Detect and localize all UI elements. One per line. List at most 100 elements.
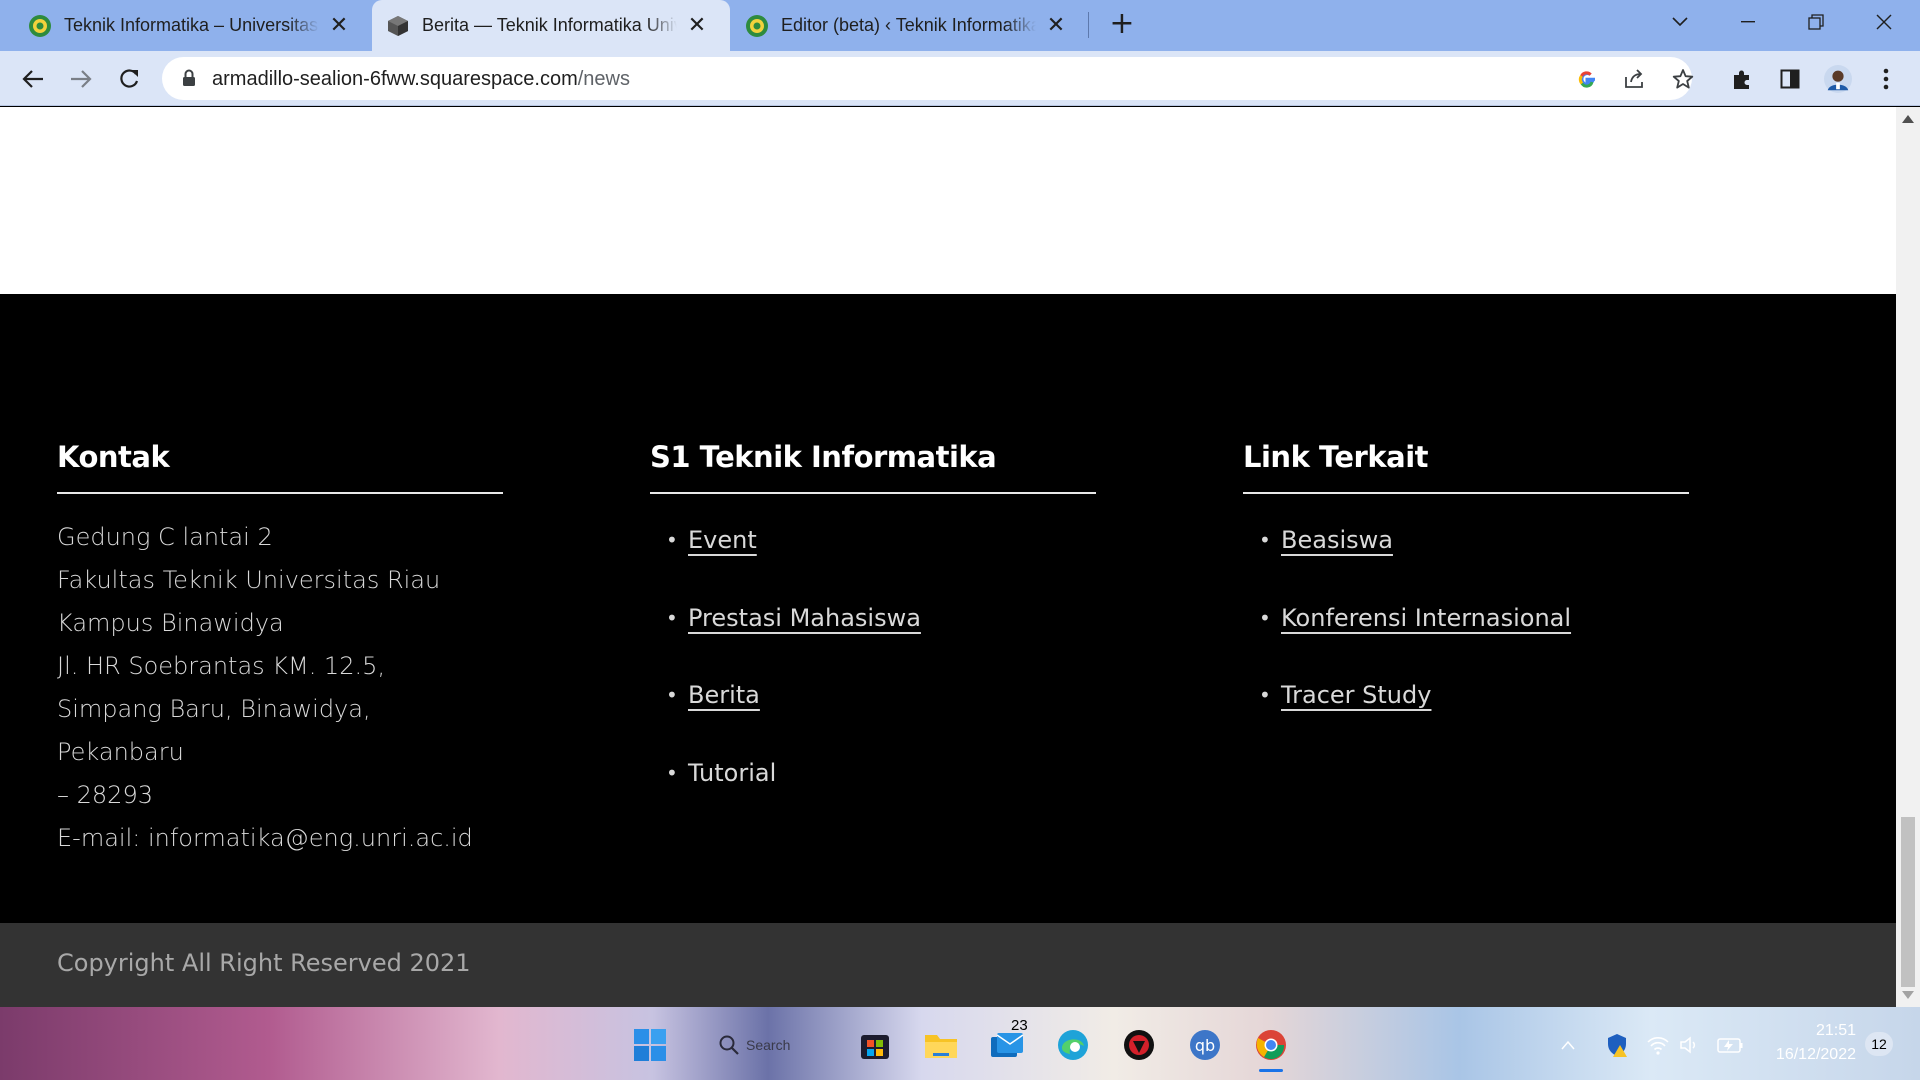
wifi-icon <box>1647 1037 1669 1055</box>
url-path: /news <box>577 68 630 90</box>
show-hidden-icons-button[interactable] <box>1556 1023 1580 1067</box>
address-line: Fakultas Teknik Universitas Riau <box>57 566 441 594</box>
tab-teknik-informatika[interactable]: Teknik Informatika – Universitas Riau ✕ <box>14 0 366 51</box>
close-window-button[interactable] <box>1850 0 1918 44</box>
mail-button[interactable]: 23 <box>985 1017 1029 1067</box>
scroll-up-icon[interactable] <box>1902 115 1914 123</box>
tab-title: Editor (beta) ‹ Teknik Informatika <box>781 15 1036 35</box>
scroll-down-icon[interactable] <box>1902 991 1914 999</box>
list-item: Konferensi Internasional <box>1259 598 1689 676</box>
list-item: Berita <box>666 675 1096 753</box>
share-button[interactable] <box>1623 67 1647 91</box>
content-area-end <box>0 107 1896 294</box>
restore-button[interactable] <box>1782 0 1850 44</box>
list-item: Tutorial <box>666 753 1096 831</box>
divider <box>57 492 503 494</box>
address-line: Kampus Binawidya <box>57 609 284 637</box>
menu-button[interactable] <box>1872 65 1900 93</box>
extensions-button[interactable] <box>1728 65 1756 93</box>
list-item: Beasiswa <box>1259 520 1689 598</box>
tab-separator <box>1088 12 1089 38</box>
profile-button[interactable] <box>1824 65 1852 93</box>
url-text[interactable]: armadillo-sealion-6fww.squarespace.com/n… <box>212 68 630 91</box>
address-bar[interactable]: armadillo-sealion-6fww.squarespace.com/n… <box>162 57 1695 100</box>
close-tab-icon[interactable]: ✕ <box>1044 13 1068 38</box>
search-icon <box>719 1035 739 1055</box>
file-explorer-button[interactable] <box>919 1023 963 1067</box>
qbittorrent-button[interactable]: qb <box>1183 1023 1227 1067</box>
list-item: Tracer Study <box>1259 675 1689 753</box>
unri-logo-icon <box>29 14 51 37</box>
tutorial-text: Tutorial <box>688 758 777 787</box>
security-tray-button[interactable] <box>1604 1023 1630 1067</box>
volume-tray-button[interactable] <box>1676 1023 1704 1067</box>
more-vert-icon <box>1883 68 1889 90</box>
notification-badge[interactable]: 12 <box>1865 1032 1893 1056</box>
lock-icon[interactable] <box>182 69 196 87</box>
forward-button[interactable] <box>61 59 101 99</box>
tab-berita[interactable]: Berita — Teknik Informatika Universitas … <box>372 0 730 51</box>
minimize-icon <box>1741 21 1755 23</box>
squarespace-cube-icon <box>388 15 408 36</box>
copyright-text: Copyright All Right Reserved 2021 <box>57 949 471 977</box>
chrome-icon <box>1256 1030 1286 1060</box>
side-panel-button[interactable] <box>1776 65 1804 93</box>
close-tab-icon[interactable]: ✕ <box>685 13 709 38</box>
restore-icon <box>1808 14 1824 30</box>
tab-search-button[interactable] <box>1646 0 1714 44</box>
list-item: Event <box>666 520 1096 598</box>
start-button[interactable] <box>628 1023 672 1067</box>
tracer-study-link[interactable]: Tracer Study <box>1281 681 1431 709</box>
address-line: Simpang Baru, Binawidya, Pekanbaru <box>57 695 371 766</box>
microsoft-store-button[interactable] <box>853 1023 897 1067</box>
divider <box>1243 492 1689 494</box>
chrome-button[interactable] <box>1249 1023 1293 1067</box>
share-icon <box>1625 69 1643 88</box>
konferensi-internasional-link[interactable]: Konferensi Internasional <box>1281 604 1571 632</box>
footer-kontak: Kontak Gedung C lantai 2 Fakultas Teknik… <box>57 437 503 860</box>
address-line: Jl. HR Soebrantas KM. 12.5, <box>57 652 386 680</box>
new-tab-button[interactable]: + <box>1107 9 1137 40</box>
scrollbar-thumb[interactable] <box>1901 817 1915 987</box>
google-icon <box>1578 71 1595 88</box>
wifi-tray-button[interactable] <box>1644 1023 1672 1067</box>
related-links: Beasiswa Konferensi Internasional Tracer… <box>1243 520 1689 753</box>
berita-link[interactable]: Berita <box>688 681 760 709</box>
tab-strip: Teknik Informatika – Universitas Riau ✕ … <box>0 0 1920 51</box>
beasiswa-link[interactable]: Beasiswa <box>1281 526 1393 554</box>
mail-badge: 23 <box>1011 1017 1028 1034</box>
star-icon <box>1672 69 1694 89</box>
speaker-icon <box>1680 1036 1696 1054</box>
prestasi-mahasiswa-link[interactable]: Prestasi Mahasiswa <box>688 604 921 632</box>
side-panel-icon <box>1780 69 1800 89</box>
reload-button[interactable] <box>109 59 149 99</box>
page-content: Kontak Gedung C lantai 2 Fakultas Teknik… <box>0 107 1896 1007</box>
edge-icon <box>1058 1030 1088 1060</box>
chevron-down-icon <box>1672 17 1688 27</box>
folder-icon <box>925 1035 957 1058</box>
game-app-button[interactable] <box>1117 1023 1161 1067</box>
forward-arrow-icon <box>71 70 92 88</box>
back-arrow-icon <box>22 70 43 88</box>
close-tab-icon[interactable]: ✕ <box>327 13 351 38</box>
game-app-icon <box>1124 1030 1154 1060</box>
footer-related: Link Terkait Beasiswa Konferensi Interna… <box>1243 437 1689 753</box>
contact-address: Gedung C lantai 2 Fakultas Teknik Univer… <box>57 516 503 860</box>
chevron-up-icon <box>1561 1040 1575 1050</box>
back-button[interactable] <box>13 59 53 99</box>
shield-warning-icon <box>1608 1034 1627 1057</box>
clock-date[interactable]: 16/12/2022 <box>1740 1046 1856 1064</box>
taskbar-search[interactable]: Search <box>718 1023 814 1067</box>
minimize-button[interactable] <box>1714 0 1782 44</box>
copyright-bar: Copyright All Right Reserved 2021 <box>0 923 1896 1007</box>
bookmark-button[interactable] <box>1671 67 1695 91</box>
page-scrollbar[interactable] <box>1896 107 1920 1007</box>
tab-editor[interactable]: Editor (beta) ‹ Teknik Informatika ✕ <box>731 0 1087 51</box>
event-link[interactable]: Event <box>688 526 757 554</box>
url-host: armadillo-sealion-6fww.squarespace.com <box>212 68 578 90</box>
divider <box>650 492 1096 494</box>
address-line: – 28293 <box>57 781 153 809</box>
google-lens-button[interactable] <box>1575 67 1599 91</box>
clock-time[interactable]: 21:51 <box>1740 1022 1856 1040</box>
edge-button[interactable] <box>1051 1023 1095 1067</box>
